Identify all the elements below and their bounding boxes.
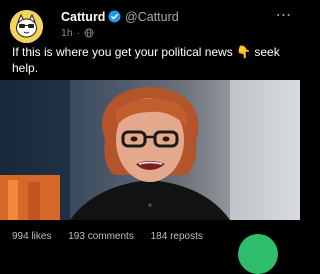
cat-avatar-icon — [10, 10, 43, 43]
author-handle[interactable]: @Catturd — [125, 10, 179, 24]
post-text: If this is where you get your political … — [12, 45, 280, 75]
compose-button[interactable] — [238, 234, 278, 274]
verified-badge-icon — [108, 10, 121, 23]
author-name[interactable]: Catturd — [61, 10, 105, 24]
reposts-count[interactable]: 184 reposts — [151, 231, 203, 242]
post-image[interactable] — [0, 80, 300, 220]
likes-count[interactable]: 994 likes — [12, 231, 51, 242]
post-photo — [0, 80, 300, 220]
avatar[interactable] — [10, 10, 43, 43]
post-stats: 994 likes 193 comments 184 reposts — [12, 231, 217, 242]
post-header: Catturd @Catturd 1h · ⋯ — [0, 0, 300, 43]
comments-count[interactable]: 193 comments — [68, 231, 134, 242]
globe-icon — [84, 28, 94, 38]
post-time: 1h — [61, 27, 73, 39]
meta-separator: · — [76, 27, 81, 39]
more-options-icon[interactable]: ⋯ — [275, 8, 292, 24]
post-meta: 1h · — [61, 27, 94, 39]
